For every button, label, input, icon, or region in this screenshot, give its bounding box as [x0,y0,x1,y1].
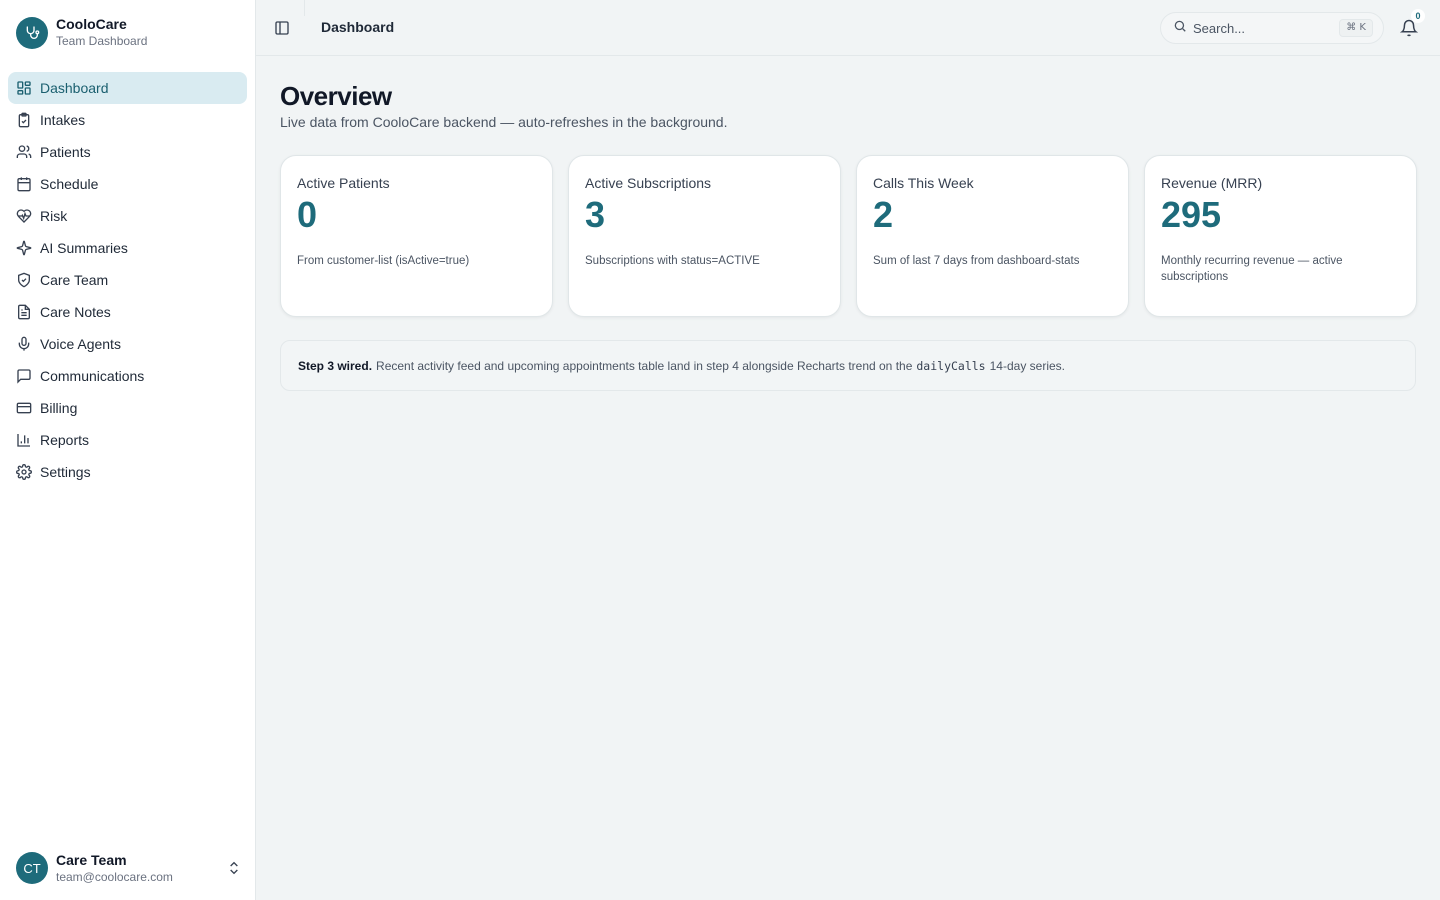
users-icon [16,144,32,160]
page-subtitle: Live data from CooloCare backend — auto-… [280,114,728,130]
user-email: team@coolocare.com [56,869,173,884]
sidebar-item-patients[interactable]: Patients [8,136,247,168]
sidebar-item-label: Care Notes [40,304,111,320]
sidebar-item-settings[interactable]: Settings [8,456,247,488]
sidebar-item-label: Billing [40,400,78,416]
file-text-icon [16,304,32,320]
sidebar-item-label: Settings [40,464,91,480]
sidebar-item-label: Dashboard [40,80,109,96]
sparkles-icon [16,240,32,256]
sidebar-item-label: Patients [40,144,91,160]
clipboard-icon [16,112,32,128]
sidebar-item-voice-agents[interactable]: Voice Agents [8,328,247,360]
status-notice: Step 3 wired. Recent activity feed and u… [280,340,1416,391]
card-label: Active Subscriptions [585,175,712,191]
sidebar-item-billing[interactable]: Billing [8,392,247,424]
sidebar-item-intakes[interactable]: Intakes [8,104,247,136]
top-header: Dashboard Search... ⌘ K 0 [256,0,1440,56]
message-icon [16,368,32,384]
calendar-icon [16,176,32,192]
search-placeholder: Search... [1193,20,1246,36]
user-name: Care Team [56,851,127,868]
search-shortcut: ⌘ K [1339,19,1373,37]
sidebar-item-communications[interactable]: Communications [8,360,247,392]
search-input[interactable]: Search... ⌘ K [1160,12,1384,44]
notice-text-end: 14-day series. [989,358,1065,373]
sidebar-item-label: AI Summaries [40,240,128,256]
sidebar-item-label: Risk [40,208,68,224]
credit-card-icon [16,400,32,416]
notice-text: Recent activity feed and upcoming appoin… [376,358,913,373]
card-label: Revenue (MRR) [1161,175,1263,191]
user-menu[interactable]: CT Care Team team@coolocare.com [16,851,246,885]
bar-chart-icon [16,432,32,448]
brand-name: CooloCare [56,16,127,32]
gear-icon [16,464,32,480]
sidebar-item-care-notes[interactable]: Care Notes [8,296,247,328]
notice-bold: Step 3 wired. [298,358,373,373]
card-value: 2 [873,194,894,235]
avatar: CT [16,852,48,884]
stat-card-active-patients: Active Patients 0 From customer-list (is… [280,155,553,317]
dashboard-icon [16,80,32,96]
card-note: Subscriptions with status=ACTIVE [585,255,760,267]
sidebar-item-risk[interactable]: Risk [8,200,247,232]
microphone-icon [16,336,32,352]
sidebar-item-label: Schedule [40,176,99,192]
notice-code: dailyCalls [916,358,986,373]
stethoscope-icon [16,16,48,49]
brand-subtitle: Team Dashboard [56,34,148,48]
stat-card-calls-this-week: Calls This Week 2 Sum of last 7 days fro… [856,155,1129,317]
sidebar-item-label: Voice Agents [40,336,121,352]
card-note: Monthly recurring revenue — active subsc… [1161,255,1343,283]
stat-card-revenue-mrr: Revenue (MRR) 295 Monthly recurring reve… [1144,155,1417,317]
sidebar-item-reports[interactable]: Reports [8,424,247,456]
sidebar-nav: Dashboard Intakes Patients Schedule Risk [8,72,247,488]
sidebar-item-label: Intakes [40,112,86,128]
search-icon [1173,19,1187,38]
sidebar-item-label: Communications [40,368,145,384]
card-label: Active Patients [297,175,390,191]
sidebar: CooloCare Team Dashboard Dashboard Intak… [0,0,256,900]
card-note: Sum of last 7 days from dashboard-stats [873,255,1080,267]
page-title: Overview [280,81,392,111]
notification-badge: 0 [1411,9,1425,23]
sidebar-item-schedule[interactable]: Schedule [8,168,247,200]
page-breadcrumb: Dashboard [321,19,395,35]
card-note: From customer-list (isActive=true) [297,255,470,267]
sidebar-item-care-team[interactable]: Care Team [8,264,247,296]
sidebar-item-label: Reports [40,432,90,448]
stat-cards: Active Patients 0 From customer-list (is… [280,155,1417,317]
header-divider [304,0,305,16]
card-value: 295 [1161,194,1222,235]
heart-pulse-icon [16,208,32,224]
sidebar-item-dashboard[interactable]: Dashboard [8,72,247,104]
brand[interactable]: CooloCare Team Dashboard [16,16,147,49]
sidebar-item-label: Care Team [40,272,109,288]
stat-card-active-subscriptions: Active Subscriptions 3 Subscriptions wit… [568,155,841,317]
sidebar-toggle-icon[interactable] [274,20,290,36]
shield-icon [16,272,32,288]
chevrons-up-down-icon[interactable] [226,860,242,881]
card-value: 0 [297,194,318,235]
sidebar-item-ai-summaries[interactable]: AI Summaries [8,232,247,264]
card-value: 3 [585,194,606,235]
card-label: Calls This Week [873,175,974,191]
